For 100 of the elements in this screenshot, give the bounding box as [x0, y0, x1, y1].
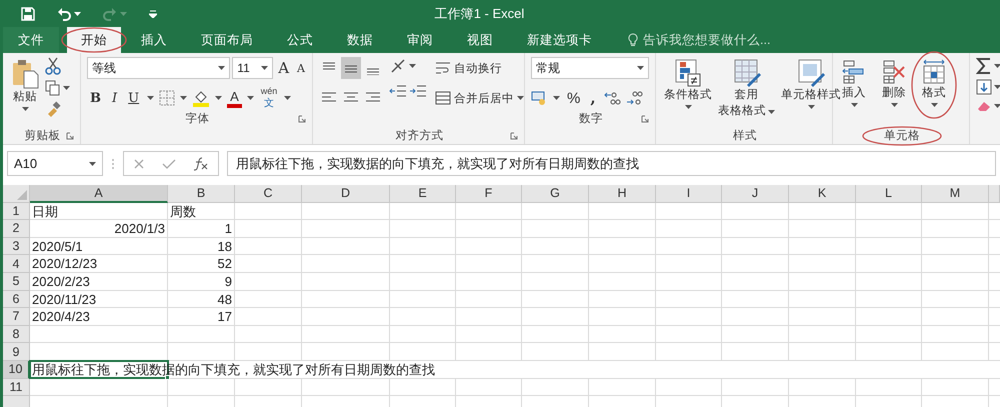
empty-cell[interactable]	[390, 255, 456, 273]
empty-cell[interactable]	[922, 202, 989, 220]
function-icon[interactable]	[193, 156, 210, 170]
increase-decimal-icon[interactable]	[602, 90, 621, 106]
empty-cell[interactable]	[789, 290, 856, 308]
ribbon-tab[interactable]: 页面布局	[187, 27, 267, 53]
empty-cell[interactable]	[589, 255, 656, 273]
table-cell[interactable]: 2020/11/23	[30, 290, 168, 308]
font-name-field[interactable]: 等线	[87, 57, 230, 79]
empty-cell[interactable]	[522, 220, 589, 238]
redo-icon[interactable]	[103, 6, 117, 20]
italic-button[interactable]: I	[109, 87, 120, 109]
comma-button[interactable]: ,	[587, 87, 599, 109]
empty-cell[interactable]	[722, 378, 789, 396]
middle-align-icon[interactable]	[341, 57, 361, 79]
empty-cell[interactable]	[456, 202, 522, 220]
empty-cell[interactable]	[789, 202, 856, 220]
table-cell[interactable]: 9	[168, 272, 235, 291]
empty-cell[interactable]	[302, 220, 390, 238]
empty-cell[interactable]	[589, 343, 656, 361]
empty-cell[interactable]	[656, 308, 722, 326]
conditional-formatting-button[interactable]: 条件格式	[662, 57, 714, 111]
empty-cell[interactable]	[456, 326, 522, 344]
empty-cell[interactable]	[789, 272, 856, 291]
empty-cell[interactable]	[168, 343, 235, 361]
copy-icon[interactable]	[45, 80, 61, 96]
empty-cell[interactable]	[390, 238, 456, 256]
empty-cell[interactable]	[390, 378, 456, 396]
empty-cell[interactable]	[522, 272, 589, 291]
empty-cell[interactable]	[302, 202, 390, 220]
row-header[interactable]: 10	[3, 360, 30, 379]
empty-cell[interactable]	[922, 326, 989, 344]
column-header[interactable]: K	[789, 185, 856, 203]
increase-indent-icon[interactable]	[409, 83, 427, 99]
empty-cell[interactable]	[656, 378, 722, 396]
wrap-text-button[interactable]: 自动换行	[433, 57, 526, 79]
empty-cell[interactable]	[235, 290, 302, 308]
table-cell[interactable]: 日期	[30, 202, 168, 220]
column-header[interactable]: L	[856, 185, 922, 203]
column-header[interactable]: E	[390, 185, 456, 203]
table-cell[interactable]: 48	[168, 290, 235, 308]
row-header[interactable]: 2	[3, 220, 30, 238]
decrease-indent-icon[interactable]	[389, 83, 407, 99]
row-header[interactable]: 1	[3, 202, 30, 220]
empty-cell[interactable]	[589, 220, 656, 238]
save-icon[interactable]	[21, 6, 35, 20]
empty-cell[interactable]	[522, 290, 589, 308]
empty-cell[interactable]	[656, 326, 722, 344]
empty-cell[interactable]	[302, 378, 390, 396]
empty-cell[interactable]	[922, 308, 989, 326]
column-header[interactable]: C	[235, 185, 302, 203]
row-header[interactable]: 4	[3, 255, 30, 273]
percent-button[interactable]: %	[564, 87, 584, 109]
empty-cell[interactable]	[656, 238, 722, 256]
empty-cell[interactable]	[589, 272, 656, 291]
borders-icon[interactable]	[159, 90, 176, 106]
orientation-icon[interactable]	[389, 57, 407, 75]
empty-cell[interactable]	[922, 255, 989, 273]
empty-cell[interactable]	[589, 378, 656, 396]
file-tab[interactable]: 文件	[3, 27, 59, 53]
dialog-launcher-icon[interactable]	[66, 132, 74, 140]
empty-cell[interactable]	[235, 308, 302, 326]
table-cell[interactable]: 2020/1/3	[30, 220, 168, 238]
row-header[interactable]: 5	[3, 272, 30, 291]
ribbon-tab[interactable]: 数据	[333, 27, 387, 53]
customize-toolbar-icon[interactable]	[149, 10, 157, 18]
empty-cell[interactable]	[302, 343, 390, 361]
empty-cell[interactable]	[789, 238, 856, 256]
shrink-font-button[interactable]: A	[294, 57, 308, 79]
name-box[interactable]: A10	[7, 151, 103, 176]
empty-cell[interactable]	[456, 378, 522, 396]
empty-cell[interactable]	[522, 326, 589, 344]
empty-cell[interactable]	[789, 378, 856, 396]
empty-cell[interactable]	[456, 255, 522, 273]
eraser-icon[interactable]	[976, 99, 992, 113]
table-cell[interactable]: 18	[168, 238, 235, 256]
dialog-launcher-icon[interactable]	[510, 132, 518, 140]
empty-cell[interactable]	[856, 255, 922, 273]
empty-cell[interactable]	[522, 238, 589, 256]
column-header[interactable]: H	[589, 185, 656, 203]
empty-cell[interactable]	[789, 326, 856, 344]
empty-cell[interactable]	[922, 272, 989, 291]
row-header[interactable]: 11	[3, 378, 30, 396]
row-header[interactable]: 6	[3, 290, 30, 308]
table-cell[interactable]: 2020/12/23	[30, 255, 168, 273]
empty-cell[interactable]	[722, 343, 789, 361]
empty-cell[interactable]	[722, 255, 789, 273]
empty-cell[interactable]	[722, 272, 789, 291]
row-header[interactable]: 3	[3, 238, 30, 256]
empty-cell[interactable]	[856, 343, 922, 361]
empty-cell[interactable]	[235, 326, 302, 344]
empty-cell[interactable]	[390, 290, 456, 308]
empty-cell[interactable]	[656, 272, 722, 291]
empty-cell[interactable]	[522, 255, 589, 273]
ribbon-tab[interactable]: 公式	[273, 27, 327, 53]
empty-cell[interactable]	[235, 238, 302, 256]
empty-cell[interactable]	[390, 343, 456, 361]
empty-cell[interactable]	[302, 238, 390, 256]
empty-cell[interactable]	[456, 220, 522, 238]
table-cell[interactable]: 17	[168, 308, 235, 326]
